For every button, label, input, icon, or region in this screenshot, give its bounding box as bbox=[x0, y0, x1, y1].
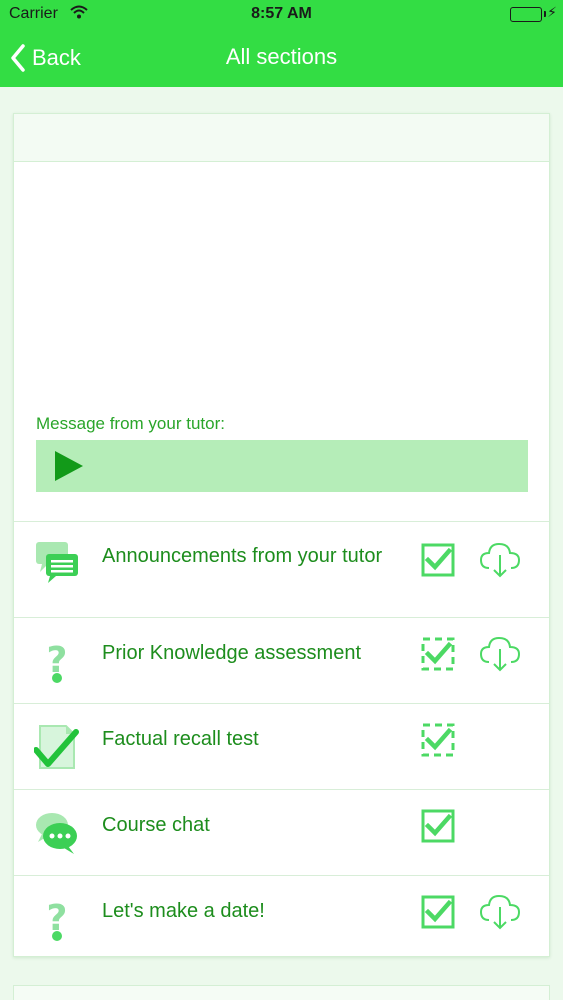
tutor-message-area: Message from your tutor: bbox=[14, 162, 549, 522]
cloud-download-icon[interactable] bbox=[479, 892, 521, 937]
status-time: 8:57 AM bbox=[251, 5, 312, 22]
question-mark-icon: ? bbox=[34, 896, 80, 947]
play-icon[interactable] bbox=[55, 451, 83, 481]
checkbox-checked-icon[interactable] bbox=[420, 542, 456, 583]
navigation-bar: Back All sections bbox=[0, 30, 563, 87]
section-row-factual-recall[interactable]: Factual recall test bbox=[14, 704, 549, 790]
section-label: Factual recall test bbox=[102, 728, 259, 750]
section-row-make-a-date[interactable]: ? Let's make a date! bbox=[14, 876, 549, 960]
section-row-announcements[interactable]: Announcements from your tutor bbox=[14, 522, 549, 618]
cloud-download-icon[interactable] bbox=[479, 540, 521, 585]
section-row-course-chat[interactable]: Course chat bbox=[14, 790, 549, 876]
tutor-message-label: Message from your tutor: bbox=[36, 414, 225, 433]
checkbox-dashed-checked-icon[interactable] bbox=[420, 636, 456, 677]
next-card-edge bbox=[13, 985, 550, 1000]
chat-dots-icon bbox=[34, 810, 80, 861]
page-title: All sections bbox=[225, 44, 338, 69]
section-row-prior-knowledge[interactable]: ? Prior Knowledge assessment bbox=[14, 618, 549, 704]
checkbox-dashed-checked-icon[interactable] bbox=[420, 722, 456, 763]
charging-icon: ⚡ bbox=[547, 4, 557, 20]
battery-icon bbox=[510, 7, 546, 22]
section-label: Announcements from your tutor bbox=[102, 545, 383, 567]
audio-player[interactable] bbox=[36, 440, 528, 492]
section-label: Let's make a date! bbox=[102, 900, 265, 922]
chat-bubbles-icon bbox=[34, 540, 80, 589]
question-mark-icon: ? bbox=[34, 638, 80, 689]
document-check-icon bbox=[33, 724, 80, 775]
section-label: Course chat bbox=[102, 814, 210, 836]
checkbox-checked-icon[interactable] bbox=[420, 894, 456, 935]
section-label: Prior Knowledge assessment bbox=[102, 642, 362, 664]
checkbox-checked-icon[interactable] bbox=[420, 808, 456, 849]
card-header bbox=[14, 114, 549, 162]
cloud-download-icon[interactable] bbox=[479, 634, 521, 679]
sections-card: Message from your tutor: Announcements f… bbox=[13, 113, 550, 957]
status-bar: Carrier 8:57 AM ⚡ bbox=[0, 0, 563, 30]
